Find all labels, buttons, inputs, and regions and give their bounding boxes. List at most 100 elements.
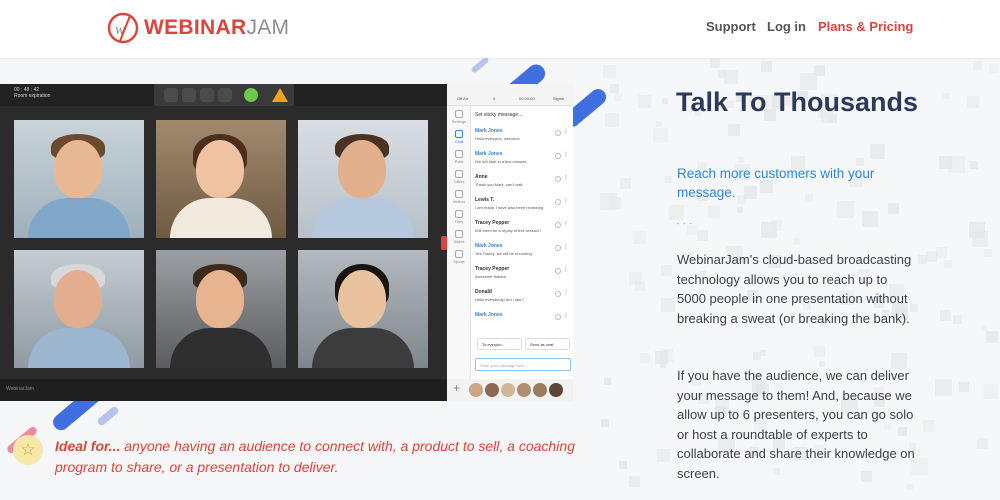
approve-checkbox[interactable] xyxy=(555,291,561,297)
avatar[interactable] xyxy=(485,383,499,397)
message-menu-icon[interactable]: ⋮ xyxy=(563,312,569,319)
presenter-avatars: + xyxy=(447,379,573,401)
message-menu-icon[interactable]: ⋮ xyxy=(563,266,569,273)
decor-square xyxy=(989,64,998,73)
chat-sidebar: Settings Chat Polls Offers Videos Files … xyxy=(447,106,471,379)
star-icon: ☆ xyxy=(13,435,43,465)
paragraph-presenters: If you have the audience, we can deliver… xyxy=(677,368,915,481)
approve-checkbox[interactable] xyxy=(555,222,561,228)
add-presenter-icon[interactable]: + xyxy=(453,381,460,395)
decor-square xyxy=(665,176,672,183)
chat-messages: Mark Jones Hello everyone, welcome ⋮ Mark J… xyxy=(475,128,571,335)
status-time: 00:00:00 xyxy=(519,96,535,101)
approve-checkbox[interactable] xyxy=(555,176,561,182)
sidebar-item-polls[interactable]: Polls xyxy=(451,150,467,164)
sidebar-label: Slides xyxy=(453,239,465,244)
gear-icon xyxy=(455,110,463,118)
sidebar-item-speak[interactable]: Speak xyxy=(451,250,467,264)
chat-message: Anne Thank you Mark, can't wait ⋮ xyxy=(475,174,571,197)
decor-square xyxy=(738,157,744,163)
decor-square xyxy=(923,420,935,432)
chat-message: Mark Jones Yes Tracey, we will be recordi… xyxy=(475,243,571,266)
decor-square xyxy=(656,121,662,127)
decor-square xyxy=(944,260,952,268)
ideal-for-body: anyone having an audience to connect wit… xyxy=(55,438,575,475)
message-menu-icon[interactable]: ⋮ xyxy=(563,243,569,250)
decor-square xyxy=(967,96,979,108)
sidebar-item-videos[interactable]: Videos xyxy=(451,190,467,204)
go-live-button[interactable] xyxy=(244,88,258,102)
room-topbar: 00 : 48 : 42 Room expiration xyxy=(0,84,447,106)
avatar[interactable] xyxy=(517,383,531,397)
message-menu-icon[interactable]: ⋮ xyxy=(563,289,569,296)
chat-message-text: I am ready. I have also been reviewing xyxy=(475,205,544,210)
warning-icon[interactable] xyxy=(272,88,288,102)
logo[interactable]: w WEBINARJAM xyxy=(106,10,289,46)
microphone-icon[interactable] xyxy=(182,88,196,102)
message-menu-icon[interactable]: ⋮ xyxy=(563,128,569,135)
sidebar-item-settings[interactable]: Settings xyxy=(451,110,467,124)
recipient-select[interactable]: To everybo... xyxy=(477,338,522,350)
room-brand: WebinarJam xyxy=(6,386,34,392)
section-title: Talk To Thousands xyxy=(676,87,919,117)
decor-square xyxy=(753,352,761,360)
avatar[interactable] xyxy=(549,383,563,397)
approve-checkbox[interactable] xyxy=(555,153,561,159)
avatar[interactable] xyxy=(469,383,483,397)
decor-square xyxy=(601,419,609,427)
decor-square xyxy=(837,201,854,218)
decor-square xyxy=(724,70,738,84)
decor-square xyxy=(935,379,952,396)
message-menu-icon[interactable]: ⋮ xyxy=(563,151,569,158)
chat-message: Donald Hello everybody! Am I late? ⋮ xyxy=(475,289,571,312)
sidebar-label: Chat xyxy=(454,139,464,144)
approve-checkbox[interactable] xyxy=(555,130,561,136)
avatar[interactable] xyxy=(501,383,515,397)
decor-square xyxy=(814,346,825,357)
message-menu-icon[interactable]: ⋮ xyxy=(563,220,569,227)
chat-message: Mark Jones We will start in a few minutes… xyxy=(475,151,571,174)
expand-icon[interactable] xyxy=(218,88,232,102)
approve-checkbox[interactable] xyxy=(555,314,561,320)
room-bottombar: WebinarJam xyxy=(0,379,447,401)
decor-square xyxy=(629,476,640,487)
sidebar-item-files[interactable]: Files xyxy=(451,210,467,224)
video-icon xyxy=(455,190,463,198)
sidebar-item-offers[interactable]: Offers xyxy=(451,170,467,184)
nav-plans-pricing[interactable]: Plans & Pricing xyxy=(818,19,913,34)
message-menu-icon[interactable]: ⋮ xyxy=(563,174,569,181)
chat-message-text: Yes Tracey, we will be recording xyxy=(475,251,532,256)
decor-square xyxy=(936,247,947,258)
sticky-message-input[interactable]: Set sticky message... xyxy=(475,112,522,118)
camera-icon[interactable] xyxy=(164,88,178,102)
status-off-air: Off Air xyxy=(457,96,469,101)
presenter-tile xyxy=(298,250,428,368)
file-icon xyxy=(455,210,463,218)
sidebar-item-slides[interactable]: Slides xyxy=(451,230,467,244)
send-as-chat-select[interactable]: Send as chat xyxy=(525,338,570,350)
approve-checkbox[interactable] xyxy=(555,268,561,274)
sidebar-item-chat[interactable]: Chat xyxy=(451,130,467,144)
decor-square xyxy=(907,484,913,490)
approve-checkbox[interactable] xyxy=(555,245,561,251)
presenter-tile xyxy=(298,120,428,238)
sidebar-label: Settings xyxy=(451,119,467,124)
logo-text-gray: JAM xyxy=(246,16,290,39)
decor-square xyxy=(948,156,965,173)
presenter-tile xyxy=(156,120,286,238)
decor-square xyxy=(870,144,885,159)
nav-support[interactable]: Support xyxy=(706,19,756,34)
presenter-tile xyxy=(156,250,286,368)
screen-share-icon[interactable] xyxy=(200,88,214,102)
approve-checkbox[interactable] xyxy=(555,199,561,205)
nav-login[interactable]: Log in xyxy=(767,19,806,34)
timer-label: Room expiration xyxy=(14,93,51,99)
status-attendees: 0 xyxy=(493,96,496,101)
avatar[interactable] xyxy=(533,383,547,397)
sidebar-label: Speak xyxy=(453,259,465,264)
sidebar-label: Files xyxy=(454,219,464,224)
message-menu-icon[interactable]: ⋮ xyxy=(563,197,569,204)
status-signal: Signal xyxy=(553,96,565,101)
decor-square xyxy=(708,206,720,218)
chat-message-input[interactable]: Write your message here... xyxy=(475,358,571,371)
